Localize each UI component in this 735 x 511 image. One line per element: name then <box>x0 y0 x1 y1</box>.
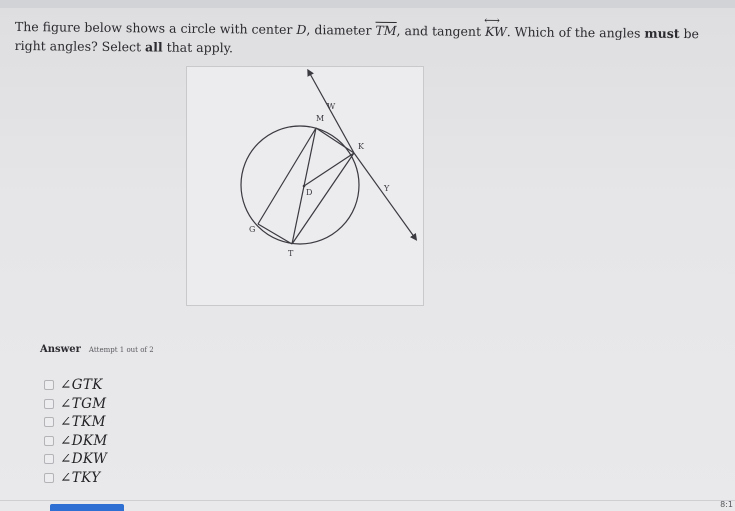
option-label-tky: ∠TKY <box>60 469 101 486</box>
question-text: The figure below shows a circle with cen… <box>15 17 720 62</box>
question-tangent: KW <box>485 22 507 41</box>
checkbox-gtk[interactable] <box>44 380 54 391</box>
label-g: G <box>249 225 255 234</box>
option-label-gtk: ∠GTK <box>60 377 103 394</box>
geometry-figure: W M K D Y G T <box>240 68 418 258</box>
segment-dk <box>303 152 355 187</box>
question-diameter: TM <box>375 22 397 38</box>
figure-panel: W M K D Y G T <box>186 66 424 306</box>
option-tgm[interactable]: ∠TGM <box>44 395 244 414</box>
option-label-dkw: ∠DKW <box>60 451 108 468</box>
label-w: W <box>327 102 336 111</box>
submit-button[interactable] <box>50 504 124 511</box>
answer-options: ∠GTK ∠TGM ∠TKM ∠DKM ∠DKW ∠TKY <box>44 376 244 487</box>
option-label-tgm: ∠TGM <box>60 395 107 412</box>
checkbox-dkm[interactable] <box>44 435 54 446</box>
answer-label: Answer <box>40 344 81 355</box>
option-label-tkm: ∠TKM <box>60 414 106 431</box>
question-part3: , and tangent <box>396 22 486 39</box>
option-tkm[interactable]: ∠TKM <box>44 413 244 432</box>
question-must: must <box>644 25 680 41</box>
answer-header: Answer Attempt 1 out of 2 <box>40 344 154 355</box>
segment-gm <box>257 127 317 225</box>
top-strip <box>0 0 735 8</box>
tangent-line-kw <box>307 68 355 154</box>
question-part6: that apply. <box>162 39 234 56</box>
label-y: Y <box>383 184 390 193</box>
option-dkw[interactable]: ∠DKW <box>44 450 244 469</box>
option-dkm[interactable]: ∠DKM <box>44 432 244 451</box>
label-m: M <box>316 114 324 123</box>
question-center: D <box>296 21 307 38</box>
bottom-divider <box>0 500 735 501</box>
checkbox-dkw[interactable] <box>44 454 54 465</box>
question-part1: The figure below shows a circle with cen… <box>14 18 297 37</box>
circle <box>240 125 360 245</box>
segment-gt <box>257 223 293 245</box>
taskbar-clock: 8:1 <box>720 500 733 509</box>
checkbox-tgm[interactable] <box>44 398 54 409</box>
attempt-counter: Attempt 1 out of 2 <box>88 346 154 354</box>
tangent-line-ky <box>353 152 418 241</box>
label-t: T <box>288 249 294 258</box>
question-part2: , diameter <box>306 22 376 38</box>
checkbox-tky[interactable] <box>44 472 54 483</box>
option-label-dkm: ∠DKM <box>60 432 108 449</box>
option-gtk[interactable]: ∠GTK <box>44 376 244 395</box>
segment-mk <box>315 127 355 154</box>
question-all: all <box>144 39 163 55</box>
label-k: K <box>358 142 365 151</box>
question-part4: . Which of the angles <box>506 24 645 41</box>
point-d <box>302 184 306 188</box>
label-d: D <box>306 188 312 197</box>
option-tky[interactable]: ∠TKY <box>44 469 244 488</box>
checkbox-tkm[interactable] <box>44 417 54 428</box>
